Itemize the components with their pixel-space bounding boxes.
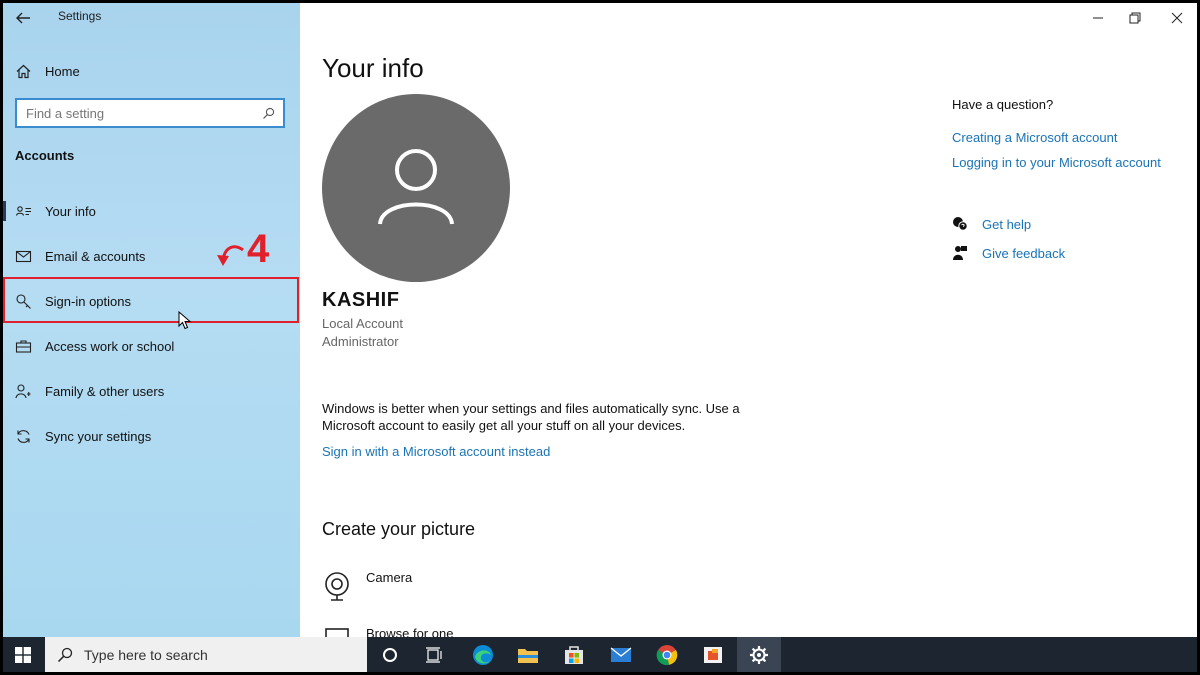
user-silhouette-icon [378,149,454,225]
home-icon [16,64,31,78]
title-bar: Settings [3,3,300,33]
camera-option[interactable]: Camera [323,570,413,603]
folder-icon [518,648,538,663]
home-nav-item[interactable]: Home [15,59,285,83]
cortana-circle-icon [383,647,397,662]
edge-button[interactable] [461,637,505,672]
minimize-icon [1093,17,1103,19]
start-button[interactable] [3,637,43,672]
sidebar-item-sync-settings[interactable]: Sync your settings [3,414,300,458]
search-icon [57,647,73,662]
task-view-icon [426,646,442,663]
curved-arrow-icon [217,245,244,266]
sign-in-microsoft-link[interactable]: Sign in with a Microsoft account instead [322,444,550,459]
user-name: KASHIF [322,289,400,311]
office-icon [704,646,722,663]
person-card-icon [15,205,31,216]
sync-description: Windows is better when your settings and… [322,401,740,433]
section-title: Accounts [15,148,75,163]
sidebar-item-label: Family & other users [45,383,165,399]
minimize-button[interactable] [1083,7,1113,29]
mail-icon [15,250,32,262]
get-help-icon [953,217,968,231]
back-button[interactable] [11,7,35,29]
taskbar-search-box[interactable]: Type here to search [45,637,367,672]
step-highlight-box [3,277,299,323]
get-help-row[interactable]: Get help [952,216,1031,232]
camera-label: Camera [366,570,413,585]
taskbar-search-placeholder: Type here to search [84,646,208,663]
office-button[interactable] [691,637,735,672]
restore-button[interactable] [1120,7,1150,29]
sync-icon [17,429,30,443]
account-role: Administrator [322,334,399,349]
sidebar-item-label: Your info [45,203,96,219]
windows-logo-icon [15,646,31,663]
logging-in-link[interactable]: Logging in to your Microsoft account [952,155,1161,170]
settings-window: Settings Home Accounts Your info [3,3,1197,672]
feedback-icon [953,246,967,260]
settings-app-button[interactable] [737,637,781,672]
sidebar-item-access-work-school[interactable]: Access work or school [3,324,300,368]
taskbar: Type here to search [3,637,1197,672]
close-icon [1171,12,1183,24]
gear-icon [750,645,768,664]
back-arrow-icon [16,12,30,24]
give-feedback-row[interactable]: Give feedback [952,245,1065,261]
cortana-button[interactable] [368,637,412,672]
people-icon [15,383,31,398]
restore-icon [1129,12,1141,24]
help-question: Have a question? [952,97,1054,112]
page-title: Your info [322,53,424,83]
mouse-cursor-icon [178,311,192,330]
picture-section-title: Create your picture [322,519,476,539]
avatar[interactable] [322,94,510,282]
file-explorer-button[interactable] [506,637,550,672]
sidebar-item-label: Access work or school [45,338,175,354]
close-button[interactable] [1162,7,1192,29]
give-feedback-link: Give feedback [982,245,1066,261]
step-number: 4 [247,227,270,271]
get-help-link: Get help [982,216,1032,232]
search-icon[interactable] [262,107,275,120]
sidebar-item-family-users[interactable]: Family & other users [3,369,300,413]
briefcase-icon [15,339,32,353]
chrome-button[interactable] [645,637,689,672]
find-setting-search [15,98,285,128]
store-bag-icon [565,645,583,664]
search-input[interactable] [26,105,246,121]
mail-button[interactable] [599,637,643,672]
sidebar-item-label: Email & accounts [45,248,146,264]
webcam-icon [325,572,349,601]
store-button[interactable] [552,637,596,672]
home-label: Home [45,63,80,79]
sidebar-item-label: Sync your settings [45,428,152,444]
account-type: Local Account [322,316,403,331]
mail-app-icon [610,646,632,662]
app-title: Settings [58,9,102,23]
chrome-icon [656,644,678,665]
creating-account-link[interactable]: Creating a Microsoft account [952,130,1117,145]
edge-icon [473,644,493,665]
sidebar: Settings Home Accounts Your info [3,3,300,637]
task-view-button[interactable] [412,637,456,672]
